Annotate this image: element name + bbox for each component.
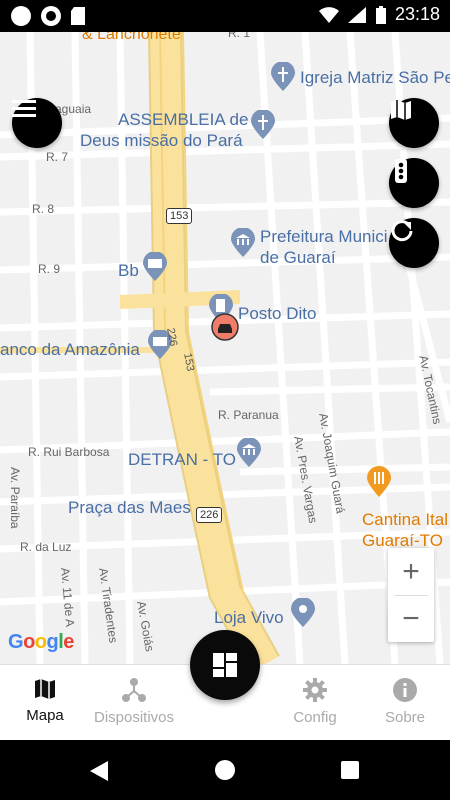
- poi-lanchonete[interactable]: & Lanchonete: [82, 32, 181, 44]
- government-pin-icon[interactable]: [236, 438, 262, 468]
- nav-item-mapa[interactable]: Mapa: [0, 665, 90, 741]
- info-icon: [393, 678, 417, 702]
- zoom-out-button[interactable]: −: [388, 595, 434, 642]
- hamburger-menu-icon: [12, 100, 36, 117]
- nav-label: Config: [293, 709, 337, 726]
- street-label: R. da Luz: [20, 540, 72, 554]
- map-view[interactable]: & Lanchonete Igreja Matriz São Pe ASSEMB…: [0, 32, 450, 664]
- system-navigation-bar: [0, 740, 450, 800]
- bank-pin-icon[interactable]: [142, 252, 168, 282]
- nav-label: Sobre: [384, 709, 426, 726]
- poi-praca[interactable]: Praça das Maes: [68, 498, 191, 518]
- street-label: R. 1: [228, 32, 251, 40]
- status-bar: 23:18: [0, 0, 450, 32]
- refresh-button[interactable]: [389, 218, 439, 268]
- map-layers-button[interactable]: [389, 98, 439, 148]
- street-label: Av. Paraíba: [8, 467, 22, 529]
- nav-item-config[interactable]: Config: [270, 665, 360, 741]
- street-label: R. 7: [46, 150, 69, 164]
- google-attribution[interactable]: Google: [8, 631, 74, 654]
- street-label: R. Rui Barbosa: [28, 445, 110, 459]
- government-pin-icon[interactable]: [230, 228, 256, 258]
- map-icon: [391, 100, 411, 120]
- dashboard-grid-icon: [213, 653, 237, 677]
- poi-assembleia-line2[interactable]: Deus missão do Pará: [80, 131, 243, 151]
- poi-banco[interactable]: anco da Amazônia: [0, 340, 140, 360]
- zoom-controls: + −: [388, 548, 434, 642]
- poi-detran[interactable]: DETRAN - TO: [128, 450, 236, 470]
- map-icon: [35, 679, 55, 699]
- nav-label: Dispositivos: [93, 709, 175, 726]
- gear-icon: [303, 678, 327, 702]
- poi-prefeitura-line2[interactable]: de Guaraí: [260, 248, 336, 268]
- poi-igreja[interactable]: Igreja Matriz São Pe: [300, 68, 450, 88]
- poi-posto[interactable]: Posto Dito: [238, 304, 316, 324]
- clock: 23:18: [394, 4, 440, 24]
- sd-card-icon: [71, 7, 85, 25]
- recents-icon[interactable]: [340, 760, 360, 780]
- restaurant-pin-icon[interactable]: [366, 466, 392, 498]
- traffic-button[interactable]: [389, 158, 439, 208]
- nav-item-sobre[interactable]: Sobre: [360, 665, 450, 741]
- poi-cantina-line1[interactable]: Cantina Ital: [362, 510, 448, 530]
- poi-bb[interactable]: Bb: [118, 261, 139, 281]
- record-icon: [41, 6, 61, 26]
- poi-prefeitura-line1[interactable]: Prefeitura Munici: [260, 227, 388, 247]
- battery-icon: [375, 5, 386, 24]
- highway-shield: 226: [196, 507, 223, 523]
- church-pin-icon[interactable]: [270, 62, 296, 92]
- traffic-light-icon: [395, 159, 407, 183]
- zoom-in-button[interactable]: +: [388, 548, 434, 595]
- dashboard-fab[interactable]: [190, 630, 260, 700]
- church-pin-icon[interactable]: [250, 110, 276, 140]
- notification-circle-icon: [11, 6, 31, 26]
- wifi-icon: [318, 6, 339, 23]
- poi-loja[interactable]: Loja Vivo: [214, 608, 284, 628]
- nav-label: Mapa: [26, 707, 64, 724]
- place-pin-icon[interactable]: [290, 598, 316, 628]
- home-icon[interactable]: [214, 759, 236, 781]
- zoom-divider: [394, 595, 428, 596]
- car-marker-icon[interactable]: [210, 312, 240, 342]
- street-label: R. 8: [32, 202, 55, 216]
- back-icon[interactable]: [88, 760, 110, 782]
- poi-assembleia-line1[interactable]: ASSEMBLEIA de: [118, 110, 248, 130]
- signal-icon: [347, 6, 366, 23]
- street-label: R. 9: [38, 262, 61, 276]
- menu-button[interactable]: [12, 98, 62, 148]
- refresh-icon: [391, 220, 413, 242]
- nav-item-dispositivos[interactable]: Dispositivos: [84, 665, 184, 741]
- street-label: R. Paranua: [218, 408, 279, 422]
- device-hub-icon: [122, 678, 146, 702]
- highway-shield: 153: [166, 208, 193, 224]
